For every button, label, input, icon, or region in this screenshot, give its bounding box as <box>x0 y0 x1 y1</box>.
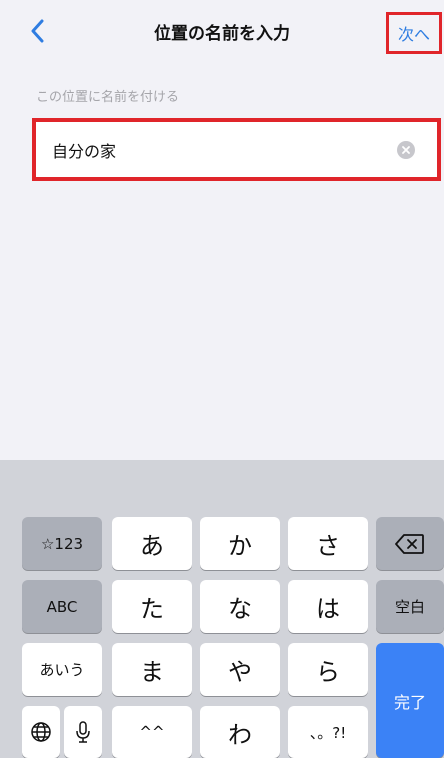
microphone-icon <box>76 721 90 743</box>
next-button[interactable]: 次へ <box>386 12 442 54</box>
clear-icon <box>402 145 410 154</box>
key-sa[interactable]: さ <box>288 517 368 570</box>
key-a[interactable]: あ <box>112 517 192 570</box>
key-abc[interactable]: ABC <box>22 580 102 633</box>
page-title: 位置の名前を入力 <box>154 23 290 44</box>
dictation-key[interactable] <box>64 706 102 758</box>
location-name-value: 自分の家 <box>52 141 117 161</box>
key-ya[interactable]: や <box>200 643 280 696</box>
key-ka[interactable]: か <box>200 517 280 570</box>
key-ta[interactable]: た <box>112 580 192 633</box>
key-ma[interactable]: ま <box>112 643 192 696</box>
done-key[interactable]: 完了 <box>376 643 444 758</box>
section-label: この位置に名前を付ける <box>36 90 180 105</box>
key-punctuation[interactable]: 、。?! <box>288 706 368 758</box>
key-symbols[interactable]: ☆123 <box>22 517 102 570</box>
backspace-key[interactable] <box>376 517 444 570</box>
back-button[interactable] <box>22 14 52 48</box>
key-na[interactable]: な <box>200 580 280 633</box>
globe-icon <box>31 722 51 742</box>
key-ha[interactable]: は <box>288 580 368 633</box>
space-key[interactable]: 空白 <box>376 580 444 633</box>
clear-text-button[interactable] <box>397 140 415 159</box>
japanese-keyboard: ☆123 あ か さ ABC た な は 空白 あいう ま や ら 完了 ^^ … <box>0 460 444 758</box>
globe-key[interactable] <box>22 706 60 758</box>
key-wa[interactable]: わ <box>200 706 280 758</box>
key-dakuten[interactable]: ^^ <box>112 706 192 758</box>
key-ra[interactable]: ら <box>288 643 368 696</box>
key-hiragana[interactable]: あいう <box>22 643 102 696</box>
backspace-icon <box>395 533 424 554</box>
navigation-bar: 位置の名前を入力 次へ <box>0 0 444 62</box>
location-name-input[interactable]: 自分の家 <box>36 122 437 177</box>
chevron-left-icon <box>31 19 44 43</box>
